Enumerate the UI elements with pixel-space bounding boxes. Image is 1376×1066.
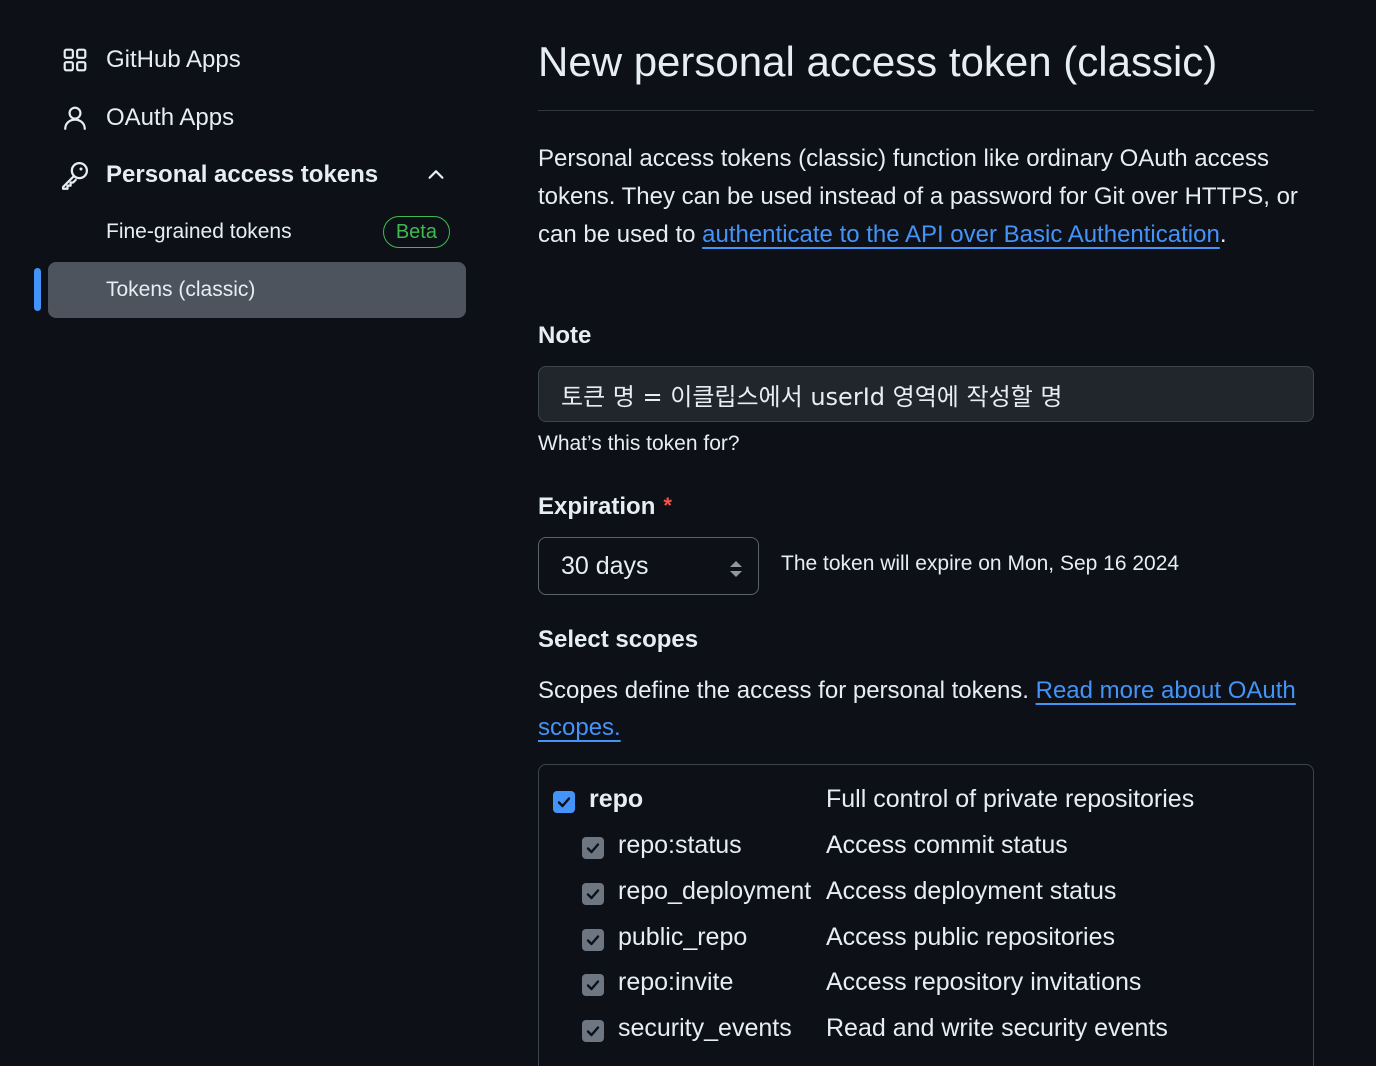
beta-badge: Beta (382, 216, 450, 248)
note-hint: What’s this token for? (538, 432, 740, 455)
scope-name: repo_deployment (618, 877, 812, 905)
page-title: New personal access token (classic) (538, 38, 1218, 85)
expiration-value: 30 days (561, 551, 649, 580)
scope-name: repo (589, 785, 644, 813)
scope-name: security_events (618, 1014, 792, 1042)
person-icon (60, 103, 90, 133)
scope-row[interactable]: security_events Read and write security … (539, 1012, 1315, 1052)
sidebar-item-label: OAuth Apps (106, 104, 235, 131)
note-label: Note (538, 322, 592, 349)
scope-description: Access commit status (826, 831, 1068, 859)
sidebar-item-label: Personal access tokens (106, 161, 379, 188)
key-icon (60, 160, 90, 190)
scope-description: Access deployment status (826, 877, 1117, 905)
scope-row[interactable]: repo Full control of private repositorie… (539, 783, 1315, 823)
page-description: Personal access tokens (classic) functio… (538, 140, 1308, 254)
scope-description: Full control of private repositories (826, 785, 1195, 813)
scope-name: repo:status (618, 831, 742, 859)
scope-description: Read and write security events (826, 1014, 1168, 1042)
checkbox-checked-icon[interactable] (582, 1020, 604, 1042)
sidebar-item-oauth-apps[interactable]: OAuth Apps (48, 90, 466, 146)
scope-row[interactable]: public_repo Access public repositories (539, 921, 1315, 961)
scope-name: repo:invite (618, 968, 734, 996)
expiration-select[interactable]: 30 days (538, 537, 759, 595)
description-end: . (1219, 221, 1227, 248)
expiration-label: Expiration * (538, 493, 672, 521)
title-divider (538, 110, 1314, 111)
basic-auth-link[interactable]: authenticate to the API over Basic Authe… (702, 221, 1220, 248)
apps-grid-icon (60, 45, 90, 75)
scopes-list: repo Full control of private repositorie… (538, 764, 1314, 1066)
sidebar-item-tokens-classic[interactable]: Tokens (classic) (48, 262, 466, 318)
page: GitHub Apps OAuth Apps Personal access t… (0, 0, 1376, 1066)
checkbox-checked-icon[interactable] (582, 974, 604, 996)
checkbox-checked-icon[interactable] (553, 791, 575, 813)
checkbox-checked-icon[interactable] (582, 883, 604, 905)
sidebar-item-label: Tokens (classic) (106, 278, 256, 301)
sidebar-item-personal-access-tokens[interactable]: Personal access tokens (48, 147, 466, 203)
expiration-note: The token will expire on Mon, Sep 16 202… (781, 552, 1180, 575)
checkbox-checked-icon[interactable] (582, 837, 604, 859)
chevron-up-icon[interactable] (422, 161, 450, 189)
scope-row[interactable]: repo:status Access commit status (539, 829, 1315, 869)
sidebar-item-label: GitHub Apps (106, 46, 241, 73)
active-indicator (34, 268, 41, 311)
select-scopes-label: Select scopes (538, 626, 699, 653)
expiration-label-text: Expiration (538, 493, 656, 520)
scope-description: Access repository invitations (826, 968, 1142, 996)
checkbox-checked-icon[interactable] (582, 929, 604, 951)
scopes-description: Scopes define the access for personal to… (538, 672, 1308, 746)
required-mark: * (663, 493, 672, 518)
sidebar-item-label: Fine-grained tokens (106, 220, 292, 243)
scope-row[interactable]: repo_deployment Access deployment status (539, 875, 1315, 915)
scopes-description-text: Scopes define the access for personal to… (538, 677, 1036, 704)
note-input[interactable] (538, 366, 1314, 422)
sidebar-item-fine-grained-tokens[interactable]: Fine-grained tokens Beta (48, 204, 466, 260)
select-arrows-icon (728, 557, 744, 577)
scope-row[interactable]: repo:invite Access repository invitation… (539, 966, 1315, 1006)
scope-description: Access public repositories (826, 923, 1116, 951)
sidebar-item-github-apps[interactable]: GitHub Apps (48, 32, 466, 88)
scope-name: public_repo (618, 923, 748, 951)
